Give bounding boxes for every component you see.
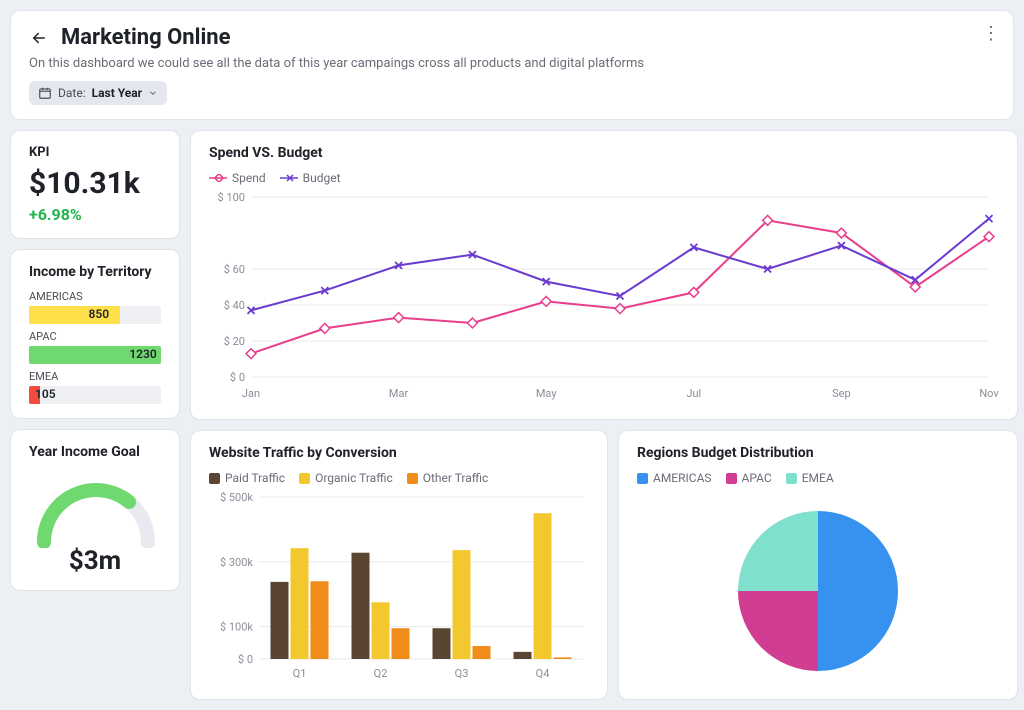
svg-text:$ 100k: $ 100k [220, 621, 253, 634]
year-goal-value: $3m [29, 546, 161, 576]
svg-text:Q4: Q4 [536, 667, 550, 680]
territory-value: 1230 [129, 347, 156, 361]
spend-budget-card: Spend VS. Budget Spend Budget $ 0 $ 20 $ 4… [190, 130, 1018, 420]
svg-text:May: May [536, 387, 558, 400]
traffic-card: Website Traffic by Conversion Paid Traff… [190, 430, 608, 700]
kpi-card: KPI $10.31k +6.98% [10, 130, 180, 239]
svg-text:$ 100: $ 100 [218, 191, 245, 204]
traffic-legend: Paid Traffic Organic Traffic Other Traff… [209, 471, 589, 485]
legend-emea: EMEA [802, 471, 834, 485]
svg-text:$ 20: $ 20 [224, 335, 245, 348]
svg-text:$ 60: $ 60 [224, 263, 245, 276]
date-filter-chip[interactable]: Date: Last Year [29, 81, 167, 105]
spend-budget-legend: Spend Budget [209, 171, 999, 185]
back-icon[interactable] [29, 28, 49, 48]
svg-text:Jul: Jul [686, 387, 701, 400]
svg-text:$ 300k: $ 300k [220, 556, 253, 569]
pie-title: Regions Budget Distribution [637, 445, 999, 461]
year-goal-title: Year Income Goal [29, 444, 161, 460]
territory-bar: 850 [29, 306, 161, 324]
spend-budget-title: Spend VS. Budget [209, 145, 999, 161]
svg-text:$ 40: $ 40 [224, 299, 245, 312]
svg-text:Jan: Jan [242, 387, 260, 400]
svg-text:Q2: Q2 [374, 667, 388, 680]
page-subtitle: On this dashboard we could see all the d… [29, 56, 995, 71]
goal-gauge [29, 470, 163, 548]
legend-budget: Budget [303, 171, 341, 185]
date-chip-prefix: Date: [58, 86, 86, 100]
legend-organic: Organic Traffic [315, 471, 393, 485]
legend-paid: Paid Traffic [225, 471, 285, 485]
svg-text:Q1: Q1 [293, 667, 307, 680]
territory-bar: 105 [29, 386, 161, 404]
more-menu-icon[interactable]: ⋮ [979, 21, 1003, 45]
calendar-icon [38, 86, 52, 100]
svg-text:$ 0: $ 0 [230, 371, 245, 384]
year-goal-card: Year Income Goal $3m [10, 429, 180, 591]
spend-budget-chart: $ 0 $ 20 $ 40 $ 60 $ 100 Jan Mar May Jul Sep Nov [209, 191, 999, 401]
chevron-down-icon [148, 88, 158, 98]
kpi-delta: +6.98% [29, 205, 161, 224]
svg-text:Mar: Mar [389, 387, 409, 400]
svg-text:Sep: Sep [832, 387, 851, 400]
svg-text:$ 500k: $ 500k [220, 491, 253, 504]
territory-label: APAC [29, 330, 161, 343]
territory-value: 105 [35, 387, 56, 401]
territory-label: AMERICAS [29, 290, 161, 303]
svg-text:Q3: Q3 [455, 667, 469, 680]
traffic-chart: $ 0 $ 100k $ 300k $ 500k Q1 Q2 Q3 Q4 [209, 491, 589, 681]
page-title: Marketing Online [61, 25, 231, 50]
svg-text:Nov: Nov [979, 387, 999, 400]
kpi-heading: KPI [29, 145, 161, 160]
income-territory-title: Income by Territory [29, 264, 161, 280]
territory-bar: 1230 [29, 346, 161, 364]
legend-other: Other Traffic [423, 471, 489, 485]
svg-text:$ 0: $ 0 [238, 653, 253, 666]
dashboard-header: Marketing Online ⋮ On this dashboard we … [10, 10, 1014, 120]
legend-apac: APAC [742, 471, 772, 485]
pie-card: Regions Budget Distribution AMERICAS APA… [618, 430, 1018, 700]
legend-americas: AMERICAS [653, 471, 712, 485]
pie-chart [718, 491, 918, 681]
legend-spend: Spend [232, 171, 266, 185]
territory-value: 850 [89, 307, 110, 321]
income-territory-card: Income by Territory AMERICAS 850 APAC 1230 E… [10, 249, 180, 419]
territory-label: EMEA [29, 370, 161, 383]
traffic-title: Website Traffic by Conversion [209, 445, 589, 461]
pie-legend: AMERICAS APAC EMEA [637, 471, 999, 485]
date-chip-value: Last Year [92, 86, 142, 100]
kpi-value: $10.31k [29, 166, 161, 201]
